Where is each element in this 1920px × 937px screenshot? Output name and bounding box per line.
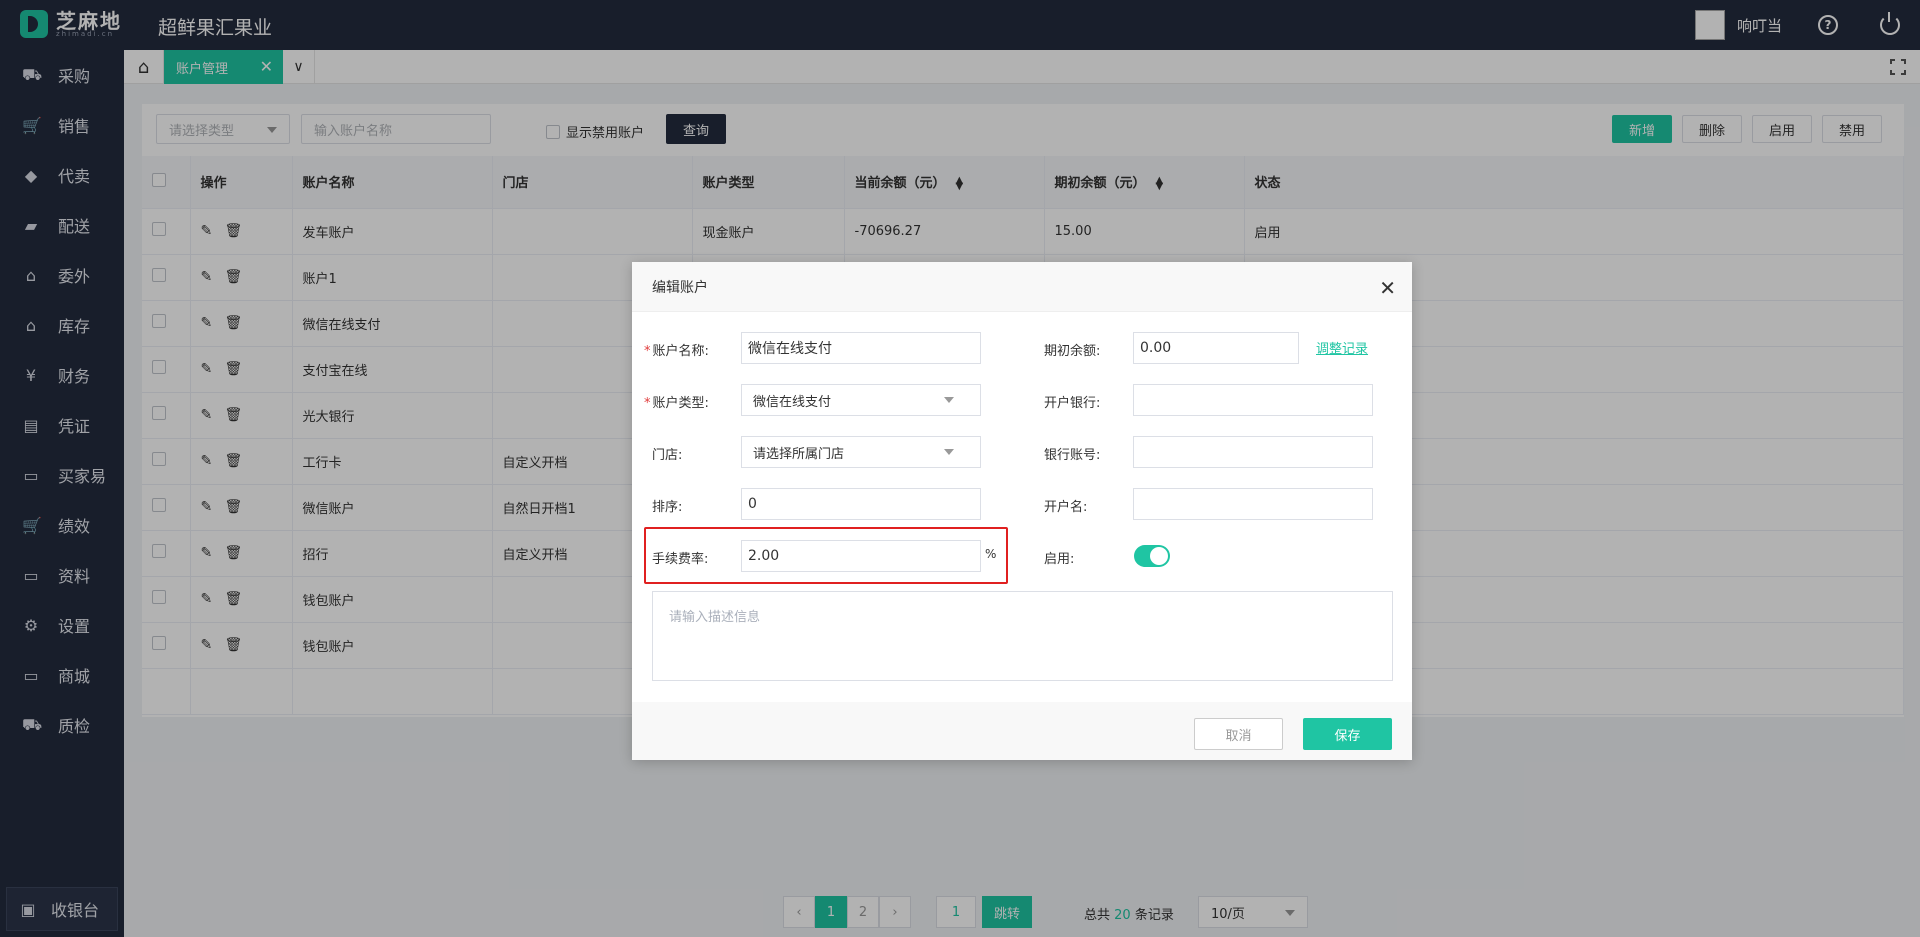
store-select-placeholder: 请选择所属门店 [753, 446, 845, 462]
account-name-label-text: 账户名称: [652, 344, 709, 359]
caret-down-icon [944, 397, 954, 403]
description-placeholder: 请输入描述信息 [669, 610, 761, 625]
enabled-toggle[interactable] [1134, 545, 1170, 567]
close-icon[interactable]: ✕ [1379, 276, 1396, 300]
fee-rate-unit: % [985, 547, 997, 561]
account-type-select[interactable]: 微信在线支付 [741, 384, 981, 416]
adjust-records-link[interactable]: 调整记录 [1316, 338, 1368, 357]
store-select[interactable]: 请选择所属门店 [741, 436, 981, 468]
dialog-footer: 取消 保存 [632, 702, 1412, 760]
edit-account-dialog: 编辑账户 ✕ * 账户名称: 微信在线支付 * 账户类型: 微信在线支付 门店: 请… [632, 262, 1412, 760]
initial-balance-field[interactable]: 0.00 [1133, 332, 1299, 364]
caret-down-icon [944, 449, 954, 455]
store-label: 门店: [652, 448, 683, 463]
fee-rate-field[interactable]: 2.00 [741, 540, 981, 572]
bank-account-label: 银行账号: [1044, 448, 1101, 463]
dialog-title: 编辑账户 [652, 279, 708, 296]
required-mark: * [644, 396, 651, 411]
account-name-label: * 账户名称: [644, 340, 709, 359]
bank-label: 开户银行: [1044, 396, 1101, 411]
bank-field[interactable] [1133, 384, 1373, 416]
dialog-header: 编辑账户 [632, 262, 1412, 312]
required-mark: * [644, 344, 651, 359]
fee-rate-label: 手续费率: [652, 552, 709, 567]
sort-field[interactable]: 0 [741, 488, 981, 520]
account-name-field[interactable]: 微信在线支付 [741, 332, 981, 364]
bank-account-field[interactable] [1133, 436, 1373, 468]
sort-label: 排序: [652, 500, 683, 515]
account-type-label-text: 账户类型: [652, 396, 709, 411]
save-button[interactable]: 保存 [1303, 718, 1392, 750]
account-holder-field[interactable] [1133, 488, 1373, 520]
account-type-label: * 账户类型: [644, 392, 709, 411]
initial-balance-label: 期初余额: [1044, 344, 1101, 359]
account-holder-label: 开户名: [1044, 500, 1088, 515]
cancel-button[interactable]: 取消 [1194, 718, 1283, 750]
description-textarea[interactable]: 请输入描述信息 [652, 591, 1393, 681]
account-type-value: 微信在线支付 [753, 394, 832, 410]
enabled-label: 启用: [1044, 552, 1075, 567]
